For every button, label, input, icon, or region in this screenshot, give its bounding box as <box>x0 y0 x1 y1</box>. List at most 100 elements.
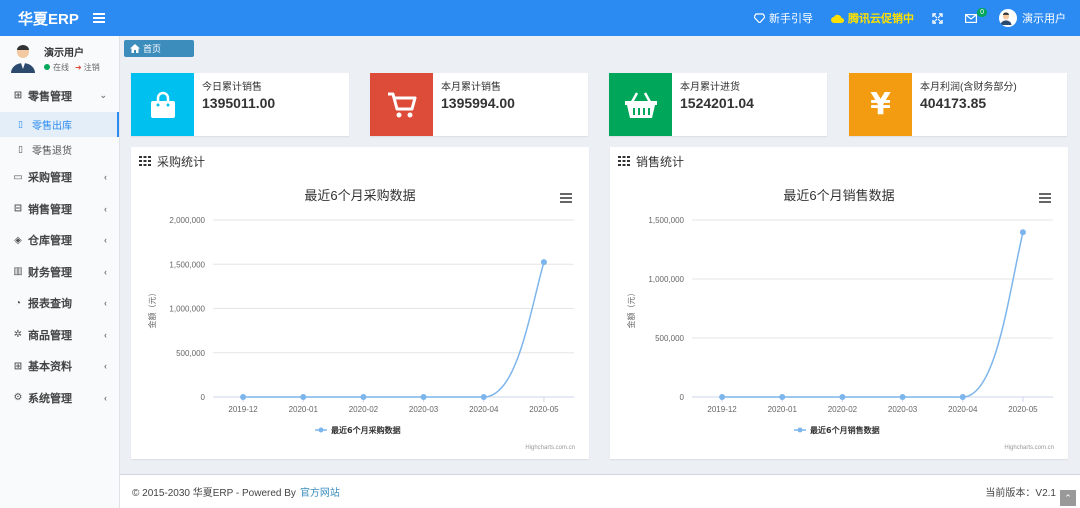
copyright-text: © 2015-2030 华夏ERP - Powered By <box>132 488 296 499</box>
y-tick-label: 1,000,000 <box>648 275 684 284</box>
footer: © 2015-2030 华夏ERP - Powered By 官方网站 当前版本… <box>120 474 1080 508</box>
chevron-left-icon: ‹ <box>104 392 107 403</box>
grid-icon <box>618 156 630 166</box>
stat-value: 1524201.04 <box>680 95 754 111</box>
tab-home-label: 首页 <box>143 44 162 54</box>
x-tick-label: 2019-12 <box>707 405 737 414</box>
chevron-left-icon: ‹ <box>104 361 107 372</box>
mail-button[interactable]: 0 <box>965 7 987 23</box>
promo-link[interactable]: 腾讯云促销中 <box>831 10 914 26</box>
chart-menu-icon[interactable] <box>1039 193 1051 203</box>
gift-icon: ⊞ <box>13 90 23 102</box>
stat-label: 本月累计销售 <box>441 82 501 93</box>
chevron-left-icon: ‹ <box>104 203 107 214</box>
y-tick-label: 1,500,000 <box>169 260 205 269</box>
stat-month-sales: 本月累计销售 1395994.00 <box>370 73 588 136</box>
version-value: V2.1 <box>1035 488 1056 499</box>
y-tick-label: 1,000,000 <box>169 305 205 314</box>
sidebar-item-warehouse[interactable]: ◈ 仓库管理 ‹ <box>0 225 119 257</box>
chart-credit: Highcharts.com.cn <box>1004 445 1054 451</box>
sidebar-item-label: 销售管理 <box>28 203 72 216</box>
sidebar-item-retail[interactable]: ⊞ 零售管理 ⌄ <box>0 80 119 112</box>
data-point <box>899 394 906 400</box>
diamond-icon <box>754 13 765 23</box>
sidebar-menu: ⊞ 零售管理 ⌄ ▯ 零售出库 ▯ 零售退货 ▭ 采购管理 ‹ ⊟ 销售管理 ‹… <box>0 80 119 414</box>
y-tick-label: 0 <box>680 393 685 402</box>
chart-title: 最近6个月销售数据 <box>783 188 894 203</box>
sidebar-item-reports[interactable]: ◔ 报表查询 ‹ <box>0 288 119 320</box>
x-tick-label: 2020-01 <box>289 405 319 414</box>
x-tick-label: 2020-05 <box>1008 405 1038 414</box>
tab-home[interactable]: 首页 <box>124 40 194 57</box>
sidebar-item-label: 财务管理 <box>28 266 72 279</box>
user-name: 演示用户 <box>44 47 84 59</box>
envelope-icon <box>965 13 977 23</box>
sidebar-subitem-retail-return[interactable]: ▯ 零售退货 <box>0 137 119 162</box>
stat-today-sales: 今日累计销售 1395011.00 <box>131 73 349 136</box>
x-tick-label: 2020-05 <box>529 405 559 414</box>
avatar <box>999 9 1017 27</box>
sidebar-item-sales[interactable]: ⊟ 销售管理 ‹ <box>0 193 119 225</box>
series-line <box>243 261 545 398</box>
x-tick-label: 2020-03 <box>409 405 439 414</box>
data-point <box>420 394 427 400</box>
series-line <box>722 232 1024 398</box>
fullscreen-button[interactable] <box>932 12 947 24</box>
sidebar-item-basic-data[interactable]: ⊞ 基本资料 ‹ <box>0 351 119 383</box>
guide-label: 新手引导 <box>769 13 813 25</box>
cloud-icon <box>831 14 844 23</box>
logout-link[interactable]: 注销 <box>84 62 100 73</box>
basket-icon <box>609 73 672 136</box>
sidebar-item-label: 仓库管理 <box>28 235 72 248</box>
yen-icon: ¥ <box>849 73 912 136</box>
x-tick-label: 2019-12 <box>228 405 258 414</box>
fullscreen-icon <box>932 12 943 24</box>
chart-title: 最近6个月采购数据 <box>304 188 415 203</box>
version-label: 当前版本： <box>985 488 1036 499</box>
user-panel: 演示用户 在线 ➜ 注销 <box>0 36 119 80</box>
x-tick-label: 2020-02 <box>828 405 858 414</box>
sidebar-item-label: 采购管理 <box>28 172 72 185</box>
stat-label: 今日累计销售 <box>202 82 262 93</box>
data-point <box>959 394 966 400</box>
chart-menu-icon[interactable] <box>560 193 572 203</box>
official-site-link[interactable]: 官方网站 <box>300 484 340 499</box>
back-to-top-button[interactable]: ⌃ <box>1060 490 1076 506</box>
data-point <box>1019 229 1026 236</box>
panel-title: 销售统计 <box>636 154 685 169</box>
stat-label: 本月利润(含财务部分) <box>920 82 1017 93</box>
data-point <box>779 394 786 400</box>
guide-button[interactable]: 新手引导 <box>754 10 813 26</box>
stat-value: 1395994.00 <box>441 95 515 111</box>
promo-label: 腾讯云促销中 <box>848 13 914 25</box>
sidebar-item-purchase[interactable]: ▭ 采购管理 ‹ <box>0 162 119 194</box>
sidebar-subitem-retail-out[interactable]: ▯ 零售出库 <box>0 111 119 137</box>
sidebar-item-system[interactable]: ⚙ 系统管理 ‹ <box>0 382 119 414</box>
gear-icon: ⚙ <box>13 392 23 404</box>
y-tick-label: 500,000 <box>176 349 205 358</box>
chevron-left-icon: ‹ <box>104 266 107 277</box>
monitor-icon: ▭ <box>13 171 23 183</box>
briefcase-icon: ⊟ <box>13 203 23 215</box>
sidebar-item-products[interactable]: ✲ 商品管理 ‹ <box>0 319 119 351</box>
legend-label: 最近6个月销售数据 <box>810 425 880 435</box>
chevron-up-icon: ⌃ <box>1064 492 1072 503</box>
cart-icon <box>370 73 433 136</box>
purchase-chart: 最近6个月采购数据 0 500,000 1,000,000 1,500,000 2,000… <box>147 188 575 451</box>
grid-icon <box>139 156 151 166</box>
stat-label: 本月累计进货 <box>680 82 740 93</box>
y-tick-label: 0 <box>201 393 206 402</box>
logout-icon: ➜ <box>75 62 82 72</box>
book-icon: ▥ <box>13 266 23 278</box>
data-point <box>480 394 487 400</box>
brand[interactable]: 华夏ERP <box>0 8 120 29</box>
x-tick-label: 2020-04 <box>948 405 978 414</box>
sidebar-item-finance[interactable]: ▥ 财务管理 ‹ <box>0 256 119 288</box>
user-menu[interactable]: 演示用户 <box>999 9 1066 27</box>
shopping-bag-icon <box>131 73 194 136</box>
panel-sales-stats: 销售统计 最近6个月销售数据 0 500,000 1,000,000 1,500,000… <box>610 147 1068 459</box>
stat-value: 404173.85 <box>920 95 987 111</box>
stat-value: 1395011.00 <box>202 95 276 111</box>
top-navbar: 华夏ERP 新手引导 腾讯云促销中 0 演示用户 <box>0 0 1080 36</box>
menu-toggle-icon[interactable] <box>92 13 105 23</box>
